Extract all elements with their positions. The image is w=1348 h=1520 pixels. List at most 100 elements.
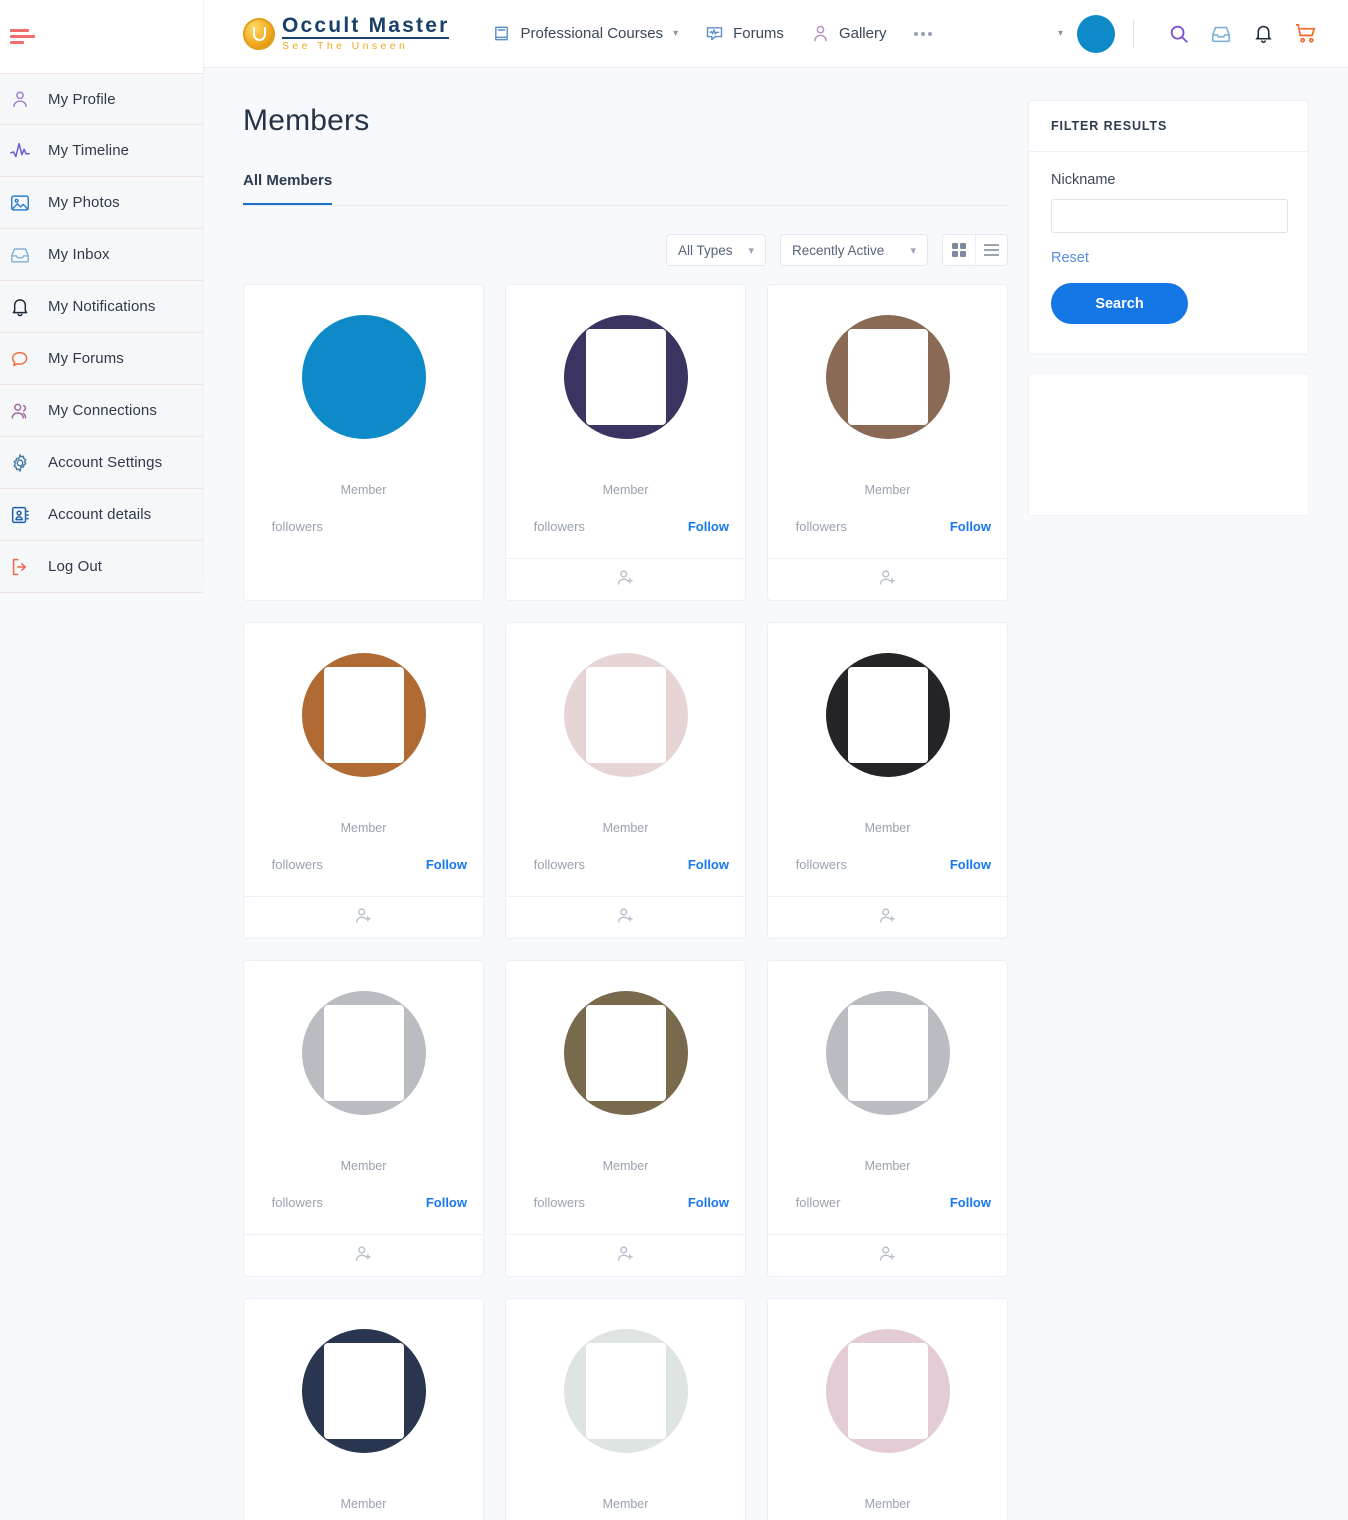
follower-label: followers	[271, 857, 323, 872]
member-card-body: Member followersFollow	[506, 623, 745, 896]
avatar[interactable]	[825, 315, 950, 439]
follow-button[interactable]: Follow	[688, 519, 729, 534]
main-nav: Professional Courses ▾ Forums Gallery	[491, 23, 934, 44]
add-friend-button[interactable]	[506, 896, 745, 938]
avatar[interactable]	[1077, 14, 1115, 53]
add-friend-button[interactable]	[244, 896, 483, 938]
sidebar-item-log-out[interactable]: Log Out	[0, 541, 203, 593]
grid-view-icon[interactable]	[943, 235, 975, 265]
sidebar-item-my-connections[interactable]: My Connections	[0, 385, 203, 437]
follow-button[interactable]: Follow	[950, 857, 991, 872]
member-card[interactable]: Member followersFollow	[505, 622, 746, 939]
add-friend-button[interactable]	[768, 558, 1007, 600]
avatar[interactable]	[825, 1329, 950, 1453]
avatar[interactable]	[825, 653, 950, 777]
add-friend-button[interactable]	[506, 1234, 745, 1276]
follower-number	[784, 1195, 792, 1210]
sidebar-item-my-inbox[interactable]: My Inbox	[0, 229, 203, 281]
cart-icon[interactable]	[1290, 19, 1320, 49]
follow-button[interactable]: Follow	[426, 1195, 467, 1210]
nickname-input[interactable]	[1051, 199, 1288, 233]
type-filter-select[interactable]: All Types ▾	[665, 234, 766, 266]
filter-panel-body: Nickname Reset Search	[1029, 152, 1308, 354]
nav-item-gallery[interactable]: Gallery	[810, 23, 887, 44]
avatar[interactable]	[563, 315, 688, 439]
member-card-body: Member followersFollow	[244, 961, 483, 1234]
main-content: Members All Members All Types ▾ Recently…	[203, 68, 1348, 1520]
user-icon	[8, 87, 32, 111]
users-icon	[8, 399, 32, 423]
sidebar-item-my-profile[interactable]: My Profile	[0, 73, 203, 125]
follow-button[interactable]: Follow	[688, 1195, 729, 1210]
reset-link[interactable]: Reset	[1051, 250, 1089, 266]
follow-button[interactable]: Follow	[950, 519, 991, 534]
member-card[interactable]: Member followers	[243, 284, 484, 601]
sidebar-item-my-forums[interactable]: My Forums	[0, 333, 203, 385]
list-view-icon[interactable]	[975, 235, 1007, 265]
follower-count: followers	[260, 1195, 323, 1210]
sort-filter-select[interactable]: Recently Active ▾	[780, 234, 928, 266]
add-friend-button[interactable]	[244, 1234, 483, 1276]
avatar[interactable]	[301, 1329, 426, 1453]
search-button[interactable]: Search	[1051, 283, 1188, 324]
nav-item-professional-courses[interactable]: Professional Courses ▾	[491, 23, 678, 44]
ellipsis-icon[interactable]	[912, 26, 934, 42]
redaction-mask	[847, 1343, 928, 1439]
member-role: Member	[864, 821, 911, 835]
avatar[interactable]	[563, 653, 688, 777]
avatar[interactable]	[563, 991, 688, 1115]
redaction-mask	[585, 329, 666, 425]
brand-logo[interactable]: Occult Master See The Unseen	[243, 15, 450, 53]
follow-button[interactable]: Follow	[950, 1195, 991, 1210]
member-card[interactable]: Member followersFollow	[243, 1298, 484, 1520]
add-friend-button[interactable]	[768, 896, 1007, 938]
nav-item-forums[interactable]: Forums	[704, 23, 784, 44]
nav-item-label: Gallery	[838, 25, 887, 42]
sidebar-item-my-photos[interactable]: My Photos	[0, 177, 203, 229]
gear-icon	[8, 451, 32, 475]
member-card[interactable]: Member followersFollow	[505, 284, 746, 601]
redaction-mask	[585, 1005, 666, 1101]
add-friend-button[interactable]	[506, 558, 745, 600]
member-card[interactable]: Member followersFollow	[767, 284, 1008, 601]
member-card[interactable]: Member followersFollow	[505, 960, 746, 1277]
follower-count: follower	[784, 1195, 841, 1210]
follower-label: follower	[795, 1195, 841, 1210]
member-card[interactable]: Member follower Follow	[767, 960, 1008, 1277]
brand-tagline: See The Unseen	[282, 40, 409, 53]
type-filter-value: All Types	[677, 242, 733, 258]
sidebar-item-account-settings[interactable]: Account Settings	[0, 437, 203, 489]
add-friend-icon	[615, 905, 636, 931]
add-friend-button[interactable]	[768, 1234, 1007, 1276]
member-card[interactable]: Member followersFollow	[767, 1298, 1008, 1520]
member-card[interactable]: Member followers Follow	[767, 622, 1008, 939]
avatar[interactable]	[301, 991, 426, 1115]
sidebar-item-account-details[interactable]: Account details	[0, 489, 203, 541]
member-card[interactable]: Member followersFollow	[505, 1298, 746, 1520]
member-card-body: Member followersFollow	[768, 1299, 1007, 1520]
member-card-body: Member followersFollow	[244, 1299, 483, 1520]
sidebar-item-my-timeline[interactable]: My Timeline	[0, 125, 203, 177]
follower-label: followers	[271, 519, 323, 534]
follower-label: followers	[795, 857, 847, 872]
member-card[interactable]: Member followersFollow	[243, 960, 484, 1277]
follow-button[interactable]: Follow	[426, 857, 467, 872]
hamburger-menu-icon[interactable]	[10, 27, 36, 47]
tab-all-members[interactable]: All Members	[243, 172, 333, 205]
member-card-body: Member followersFollow	[768, 285, 1007, 558]
avatar[interactable]	[301, 315, 426, 439]
sidebar-item-my-notifications[interactable]: My Notifications	[0, 281, 203, 333]
inbox-icon[interactable]	[1206, 19, 1236, 49]
search-icon[interactable]	[1164, 19, 1194, 49]
redaction-mask	[847, 329, 928, 425]
avatar[interactable]	[301, 653, 426, 777]
member-role: Member	[602, 821, 649, 835]
bell-icon[interactable]	[1248, 19, 1278, 49]
follow-button[interactable]: Follow	[688, 857, 729, 872]
sidebar-item-label: Account details	[48, 506, 152, 523]
member-card-body: Member followersFollow	[506, 285, 745, 558]
avatar[interactable]	[825, 991, 950, 1115]
avatar[interactable]	[563, 1329, 688, 1453]
user-menu[interactable]: ▾	[1013, 14, 1115, 53]
member-card[interactable]: Member followersFollow	[243, 622, 484, 939]
